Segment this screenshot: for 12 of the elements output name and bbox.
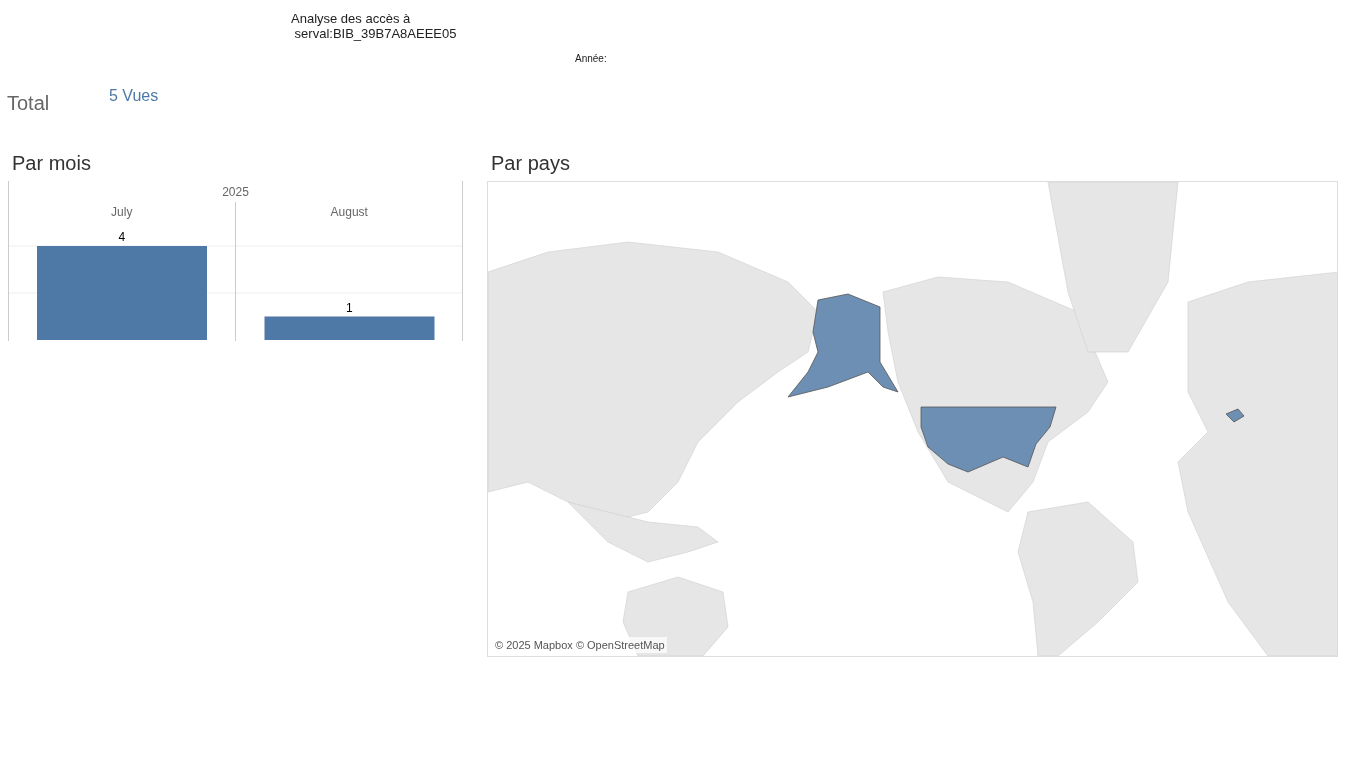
month-header: July [111, 205, 133, 219]
data-label: 1 [345, 300, 353, 315]
total-label: Total [7, 91, 51, 116]
map-attribution: © 2025 Mapbox © OpenStreetMap [493, 636, 667, 653]
chart-title: Par mois [12, 151, 92, 176]
dashboard-title: Analyse des accès à serval:BIB_39B7A8AEEE05 [291, 11, 457, 41]
year-header: 2025 [222, 185, 249, 199]
total-value: 5 Vues [109, 86, 159, 106]
map-title: Par pays [491, 151, 571, 176]
month-header: August [330, 205, 368, 219]
data-label: 4 [118, 230, 126, 244]
year-filter-label: Année: [575, 52, 607, 66]
